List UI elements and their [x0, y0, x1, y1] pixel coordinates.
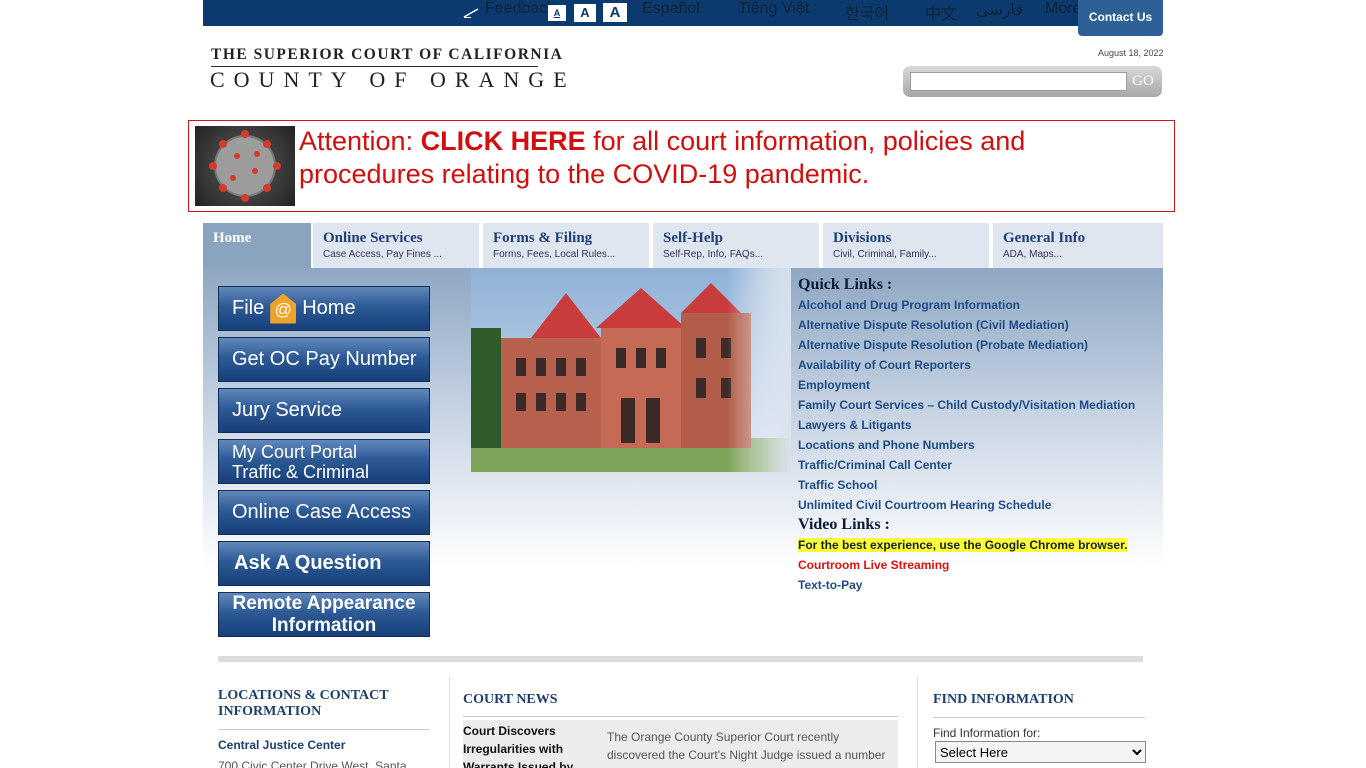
- quick-link[interactable]: Family Court Services – Child Custody/Vi…: [798, 398, 1135, 412]
- covid-banner[interactable]: Attention: CLICK HERE for all court info…: [188, 120, 1175, 212]
- logo-line-2[interactable]: COUNTY OF ORANGE: [210, 67, 576, 93]
- search-box: GO: [903, 66, 1162, 97]
- quick-link[interactable]: Alternative Dispute Resolution (Probate …: [798, 338, 1088, 352]
- tab-online-services[interactable]: Online Services Case Access, Pay Fines .…: [313, 223, 481, 268]
- video-links-heading: Video Links :: [798, 516, 890, 533]
- quick-link[interactable]: Unlimited Civil Courtroom Hearing Schedu…: [798, 498, 1051, 512]
- find-information-heading: FIND INFORMATION: [933, 692, 1074, 707]
- court-news-heading: COURT NEWS: [463, 692, 558, 707]
- pen-icon: [463, 8, 479, 18]
- news-summary: The Orange County Superior Court recentl…: [607, 730, 886, 762]
- jury-service-button[interactable]: Jury Service: [218, 388, 430, 433]
- browser-notice: For the best experience, use the Google …: [798, 538, 1128, 552]
- quick-link[interactable]: Availability of Court Reporters: [798, 358, 971, 372]
- tab-general-info[interactable]: General Info ADA, Maps...: [993, 223, 1163, 268]
- lang-farsi-link[interactable]: فارسی: [976, 0, 1023, 26]
- font-size-medium-button[interactable]: A: [574, 4, 596, 22]
- quick-link[interactable]: Locations and Phone Numbers: [798, 438, 975, 452]
- quick-link[interactable]: Employment: [798, 378, 870, 392]
- column-divider: [449, 677, 450, 768]
- file-at-home-button[interactable]: File @ Home: [218, 286, 430, 331]
- column-divider: [917, 677, 918, 768]
- text-to-pay-link[interactable]: Text-to-Pay: [798, 578, 862, 592]
- rule: [463, 716, 898, 717]
- remote-appearance-button[interactable]: Remote Appearance Information: [218, 592, 430, 637]
- quick-link[interactable]: Lawyers & Litigants: [798, 418, 911, 432]
- courtroom-streaming-link[interactable]: Courtroom Live Streaming: [798, 558, 949, 572]
- courthouse-image: [471, 268, 791, 472]
- covid-message[interactable]: Attention: CLICK HERE for all court info…: [299, 125, 1159, 191]
- feedback-link[interactable]: Feedback: [485, 0, 555, 26]
- lang-spanish-link[interactable]: Español: [642, 0, 700, 26]
- more-languages-link[interactable]: More: [1045, 0, 1081, 26]
- tab-self-help[interactable]: Self-Help Self-Rep, Info, FAQs...: [653, 223, 821, 268]
- quick-link[interactable]: Traffic School: [798, 478, 877, 492]
- font-size-small-button[interactable]: A: [548, 5, 566, 21]
- lang-korean-link[interactable]: 한국어: [845, 0, 889, 26]
- address-text: 700 Civic Center Drive West, Santa: [218, 759, 407, 768]
- virus-image: [195, 126, 295, 206]
- search-input[interactable]: [910, 72, 1127, 91]
- my-court-portal-button[interactable]: My Court Portal Traffic & Criminal: [218, 439, 430, 484]
- find-information-select[interactable]: Select Here: [935, 741, 1146, 763]
- tab-forms-filing[interactable]: Forms & Filing Forms, Fees, Local Rules.…: [483, 223, 651, 268]
- quick-link[interactable]: Alternative Dispute Resolution (Civil Me…: [798, 318, 1069, 332]
- online-case-access-button[interactable]: Online Case Access: [218, 490, 430, 535]
- font-size-large-button[interactable]: A: [603, 3, 627, 22]
- rule: [933, 717, 1145, 718]
- tab-divisions[interactable]: Divisions Civil, Criminal, Family...: [823, 223, 991, 268]
- find-information-label: Find Information for:: [933, 726, 1041, 740]
- house-icon: @: [270, 293, 297, 324]
- lang-vietnamese-link[interactable]: Tiếng Việt: [738, 0, 809, 26]
- tab-home[interactable]: Home: [203, 223, 313, 268]
- quick-link[interactable]: Alcohol and Drug Program Information: [798, 298, 1020, 312]
- quick-links-heading: Quick Links :: [798, 276, 893, 293]
- section-divider: [218, 656, 1143, 662]
- logo-line-1[interactable]: THE SUPERIOR COURT OF CALIFORNIA: [211, 46, 563, 64]
- ask-a-question-button[interactable]: Ask A Question: [218, 541, 430, 586]
- covid-click-here-link[interactable]: CLICK HERE: [421, 126, 586, 156]
- current-date: August 18, 2022: [1098, 48, 1164, 58]
- rule: [218, 729, 430, 730]
- news-headline-link[interactable]: Court Discovers Irregularities with Warran…: [463, 722, 573, 768]
- oc-pay-number-button[interactable]: Get OC Pay Number: [218, 337, 430, 382]
- locations-heading: LOCATIONS & CONTACT INFORMATION: [218, 688, 389, 719]
- central-justice-center-link[interactable]: Central Justice Center: [218, 738, 345, 752]
- quick-link[interactable]: Traffic/Criminal Call Center: [798, 458, 952, 472]
- lang-chinese-link[interactable]: 中文: [925, 0, 957, 26]
- search-go-button[interactable]: GO: [1128, 71, 1158, 92]
- contact-us-button[interactable]: Contact Us: [1078, 0, 1163, 36]
